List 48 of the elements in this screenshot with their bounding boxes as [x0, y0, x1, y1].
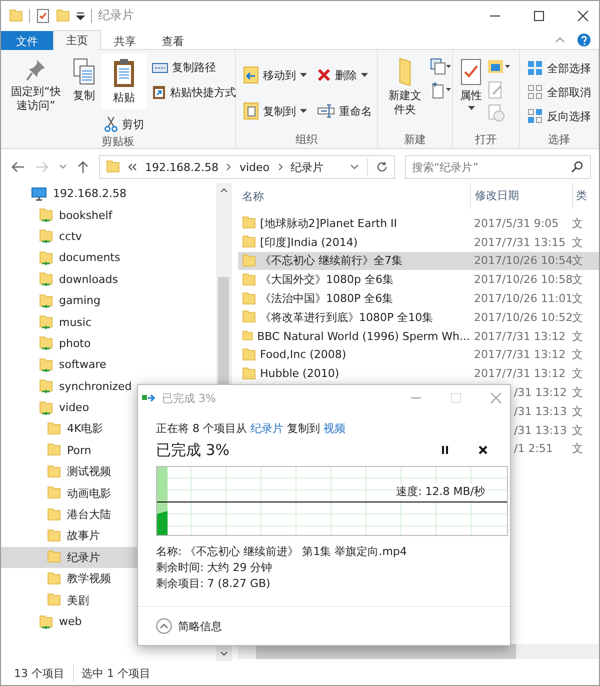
date-modified: /31 13:12 [514, 386, 567, 400]
file-name: 《将改革进行到底》1080P 全10集 [260, 310, 434, 325]
date-modified: 2017/7/31 13:12 [474, 348, 566, 362]
date-modified: 2017/7/31 13:12 [474, 330, 566, 343]
group-label: 组织 [294, 132, 318, 146]
file-type: 文 [572, 404, 583, 419]
date-modified: 2017/5/31 9:05 [474, 216, 559, 230]
date-modified: /1 2:51 [514, 442, 553, 456]
file-type: 文 [572, 366, 583, 382]
file-type: 文 [572, 291, 583, 306]
date-modified: 2017/10/26 10:54 [474, 254, 572, 268]
progress-heading: 已完成 3% [156, 440, 230, 460]
selection-count: 选中 1 个项目 [82, 666, 150, 680]
file-name: [印度]India (2014) [260, 234, 358, 250]
item-count: 13 个项目 [14, 666, 64, 680]
file-type: 文 [572, 441, 583, 456]
date-modified: 2017/10/26 11:01 [474, 292, 572, 306]
file-name: Hubble (2010) [260, 367, 340, 380]
file-type: 文 [572, 422, 583, 438]
copy-status-text: 正在将 8 个项目从 纪录片 复制到 视频 [156, 421, 346, 436]
file-name: Food,Inc (2008) [260, 348, 346, 362]
file-name: 《大国外交》1080p 全6集 [260, 272, 394, 288]
file-type: 文 [572, 328, 583, 344]
date-modified: /31 13:13 [514, 404, 567, 418]
date-modified: 2017/10/26 10:52 [474, 310, 572, 324]
file-name: 《法治中国》1080P 全6集 [260, 291, 394, 306]
group-label: 打开 [474, 132, 498, 146]
speed-label: 速度: 12.8 MB/秒 [395, 484, 486, 499]
group-label: 新建 [403, 132, 427, 146]
file-type: 文 [572, 253, 583, 268]
window-title: 纪录片 [98, 7, 134, 24]
file-type: 文 [572, 216, 583, 231]
file-name: 《不忘初心 继续前行》全7集 [260, 253, 402, 268]
file-type: 文 [572, 385, 583, 400]
date-modified: 2017/7/31 13:15 [474, 236, 566, 249]
file-type: 文 [572, 310, 583, 325]
file-type: 文 [572, 347, 583, 362]
detail-text: 剩余项目: 7 (8.27 GB) [156, 576, 272, 592]
date-modified: 2017/10/26 10:58 [474, 273, 572, 286]
date-modified: /31 13:13 [514, 424, 567, 437]
group-label: 剪贴板 [100, 134, 136, 148]
file-type: 文 [572, 234, 583, 250]
file-name: BBC Natural World (1996) Sperm Wh... [257, 330, 470, 343]
file-name: [地球脉动2]Planet Earth II [260, 216, 398, 231]
date-modified: 2017/7/31 13:12 [474, 367, 566, 380]
file-type: 文 [572, 272, 583, 288]
dialog-title: 已完成 3% [162, 390, 216, 406]
group-label: 选择 [547, 132, 571, 146]
